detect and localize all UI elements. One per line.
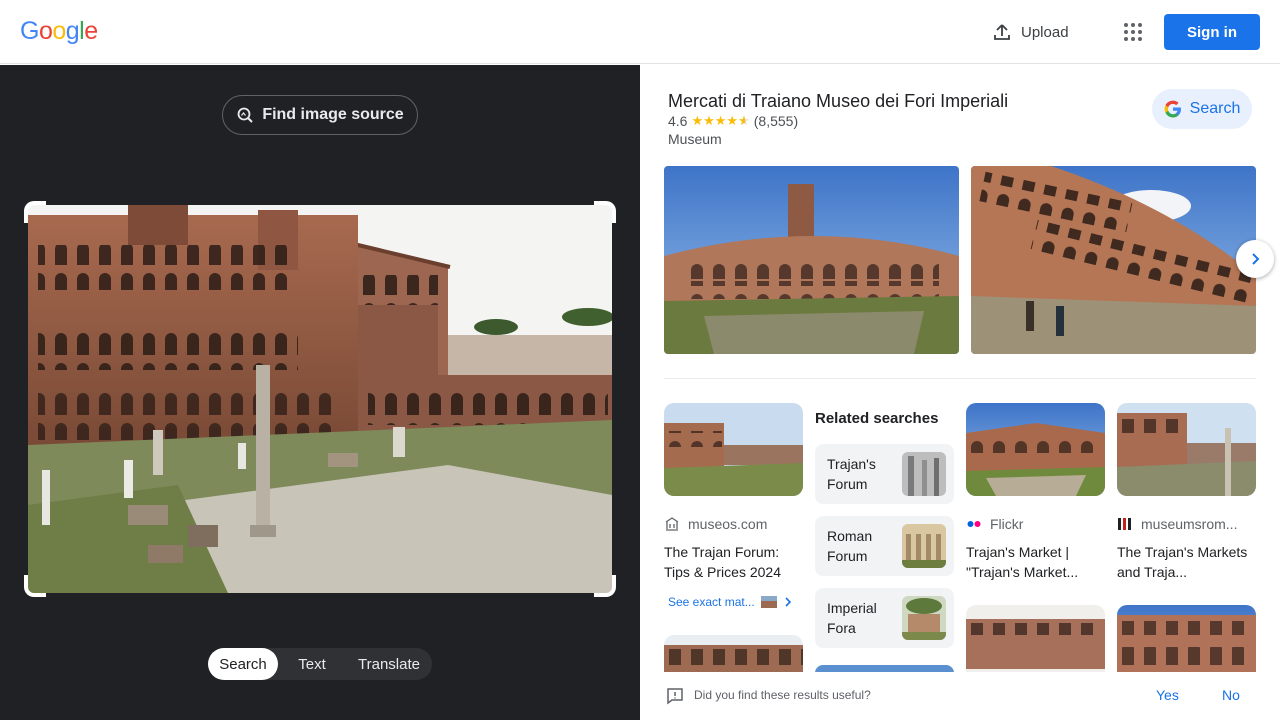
logo-letter: G: [20, 17, 39, 45]
result-thumbnail[interactable]: [1117, 403, 1256, 496]
visual-match-card[interactable]: museos.com The Trajan Forum: Tips & Pric…: [664, 403, 803, 582]
knowledge-image-1[interactable]: [664, 166, 959, 354]
related-thumbnail: [902, 596, 946, 640]
result-thumbnail[interactable]: [664, 403, 803, 496]
logo-letter: g: [65, 17, 80, 45]
feedback-bar: Did you find these results useful? Yes N…: [640, 672, 1280, 720]
upload-icon: [994, 24, 1010, 40]
result-source-label: museumsrom...: [1141, 516, 1238, 532]
feedback-yes-button[interactable]: Yes: [1156, 687, 1179, 703]
selection-corner-handle[interactable]: [594, 201, 616, 223]
result-source-label: museos.com: [688, 516, 768, 532]
mode-search-tab[interactable]: Search: [208, 648, 278, 680]
result-source-label: Flickr: [990, 516, 1024, 532]
selection-corner-handle[interactable]: [594, 575, 616, 597]
related-thumbnail: [902, 452, 946, 496]
feedback-question: Did you find these results useful?: [694, 688, 871, 702]
knowledge-panel-title[interactable]: Mercati di Traiano Museo dei Fori Imperi…: [668, 91, 1008, 112]
feedback-icon: [667, 688, 683, 705]
find-image-source-button[interactable]: Find image source: [222, 95, 418, 135]
upload-button[interactable]: Upload: [992, 20, 1069, 44]
results-panel: Mercati di Traiano Museo dei Fori Imperi…: [640, 65, 1280, 720]
lens-image-panel: Find image source Search Text Translate: [0, 65, 640, 720]
result-source: museos.com: [664, 516, 803, 532]
next-images-button[interactable]: [1236, 240, 1274, 278]
visual-match-card[interactable]: Flickr Trajan's Market | "Trajan's Marke…: [966, 403, 1105, 582]
google-logo[interactable]: Google: [20, 17, 98, 46]
chevron-right-icon: [1252, 253, 1260, 265]
chevron-right-icon: [785, 597, 791, 607]
sign-in-button[interactable]: Sign in: [1164, 14, 1260, 50]
exact-match-thumbnail-icon: [760, 596, 777, 608]
flickr-icon: [967, 521, 981, 527]
rating-value: 4.6: [668, 113, 688, 129]
see-exact-matches-label: See exact mat...: [668, 595, 755, 609]
star-rating-icon: ★★★★★ ★: [691, 113, 750, 128]
result-source: museumsrom...: [1117, 516, 1256, 532]
related-search-label: Roman Forum: [827, 528, 873, 564]
related-thumbnail: [902, 524, 946, 568]
related-search-trajans-forum[interactable]: Trajan's Forum: [815, 444, 954, 504]
logo-letter: e: [84, 17, 98, 45]
related-searches-heading: Related searches: [815, 410, 939, 427]
find-image-source-label: Find image source: [262, 106, 404, 123]
feedback-no-button[interactable]: No: [1222, 687, 1240, 703]
section-divider: [664, 378, 1256, 379]
museum-site-icon: [1118, 518, 1131, 530]
google-g-icon: [1164, 100, 1181, 118]
upload-label: Upload: [1021, 23, 1069, 41]
rating-row: 4.6 ★★★★★ ★ (8,555): [668, 113, 798, 129]
result-title[interactable]: The Trajan's Markets and Traja...: [1117, 542, 1256, 582]
related-search-imperial-fora[interactable]: Imperial Fora: [815, 588, 954, 648]
selection-corner-handle[interactable]: [24, 201, 46, 223]
apps-grid-icon[interactable]: [1120, 20, 1144, 44]
visual-match-card[interactable]: museumsrom... The Trajan's Markets and T…: [1117, 403, 1256, 582]
review-count[interactable]: (8,555): [754, 113, 798, 129]
mode-translate-tab[interactable]: Translate: [346, 648, 432, 680]
selection-box[interactable]: [24, 201, 616, 597]
logo-letter: o: [38, 17, 53, 45]
google-search-button[interactable]: Search: [1152, 89, 1252, 129]
lens-mode-switcher: Search Text Translate: [208, 648, 432, 680]
see-exact-matches-link[interactable]: See exact mat...: [668, 595, 793, 609]
place-type: Museum: [668, 131, 722, 147]
mode-text-tab[interactable]: Text: [278, 648, 346, 680]
related-search-roman-forum[interactable]: Roman Forum: [815, 516, 954, 576]
search-label: Search: [1189, 100, 1241, 117]
selection-corner-handle[interactable]: [24, 575, 46, 597]
image-search-icon: [237, 107, 254, 123]
result-thumbnail[interactable]: [966, 403, 1105, 496]
related-search-label: Imperial Fora: [827, 600, 877, 636]
related-search-label: Trajan's Forum: [827, 456, 876, 492]
top-bar: Google Upload Sign in: [0, 0, 1280, 64]
museum-site-icon: [665, 517, 679, 531]
result-title[interactable]: Trajan's Market | "Trajan's Market...: [966, 542, 1105, 582]
logo-letter: o: [52, 17, 66, 45]
query-image: [28, 205, 612, 593]
result-title[interactable]: The Trajan Forum: Tips & Prices 2024: [664, 542, 803, 582]
knowledge-image-2[interactable]: [971, 166, 1256, 354]
result-source: Flickr: [966, 516, 1105, 532]
